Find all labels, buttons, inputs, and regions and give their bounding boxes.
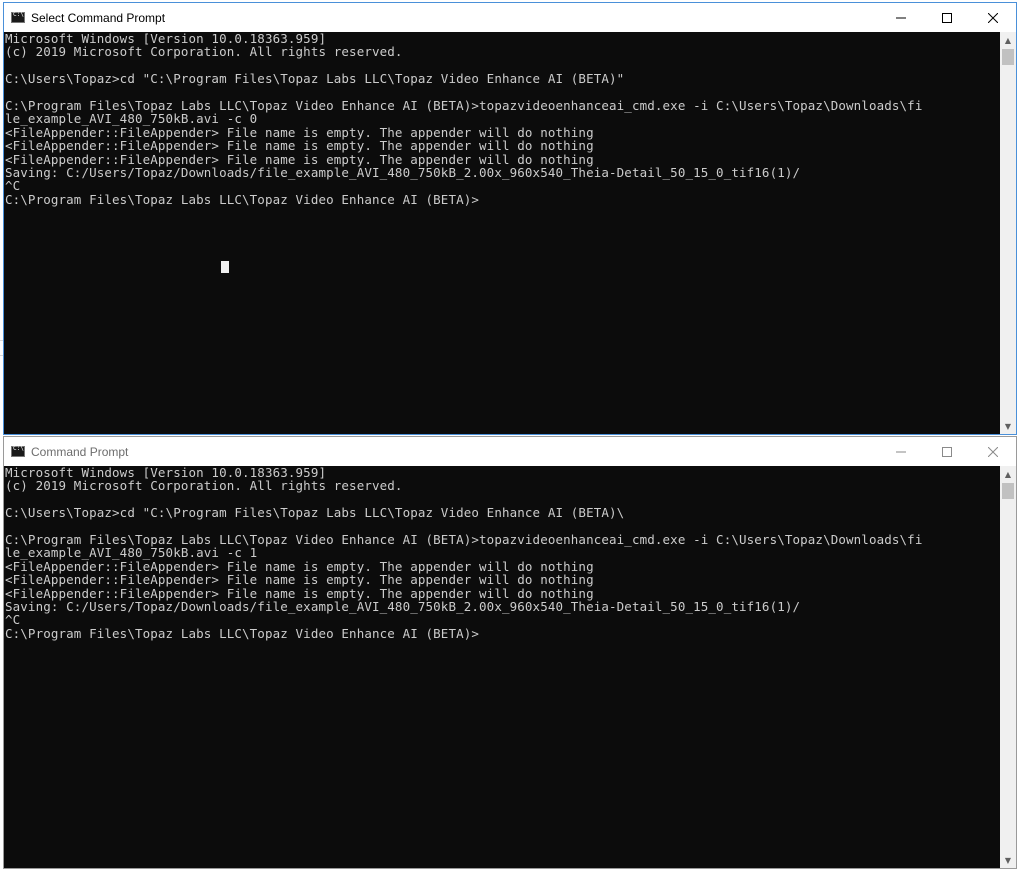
vertical-scrollbar[interactable]: ▲ ▼ xyxy=(1000,32,1016,434)
window-title: Select Command Prompt xyxy=(31,10,166,25)
cmd-icon xyxy=(11,11,25,23)
minimize-icon xyxy=(896,451,906,452)
scrollbar-thumb[interactable] xyxy=(1002,49,1014,65)
close-icon xyxy=(988,446,998,457)
close-button[interactable] xyxy=(970,3,1016,32)
maximize-button[interactable] xyxy=(924,437,970,466)
title-bar[interactable]: Command Prompt xyxy=(4,437,1016,466)
console-output[interactable]: Microsoft Windows [Version 10.0.18363.95… xyxy=(4,466,1000,868)
maximize-icon xyxy=(942,12,952,23)
window-title: Command Prompt xyxy=(31,444,129,459)
console-output[interactable]: Microsoft Windows [Version 10.0.18363.95… xyxy=(4,32,1000,434)
scroll-up-button[interactable]: ▲ xyxy=(1000,466,1016,482)
minimize-button[interactable] xyxy=(878,3,924,32)
console-text: Microsoft Windows [Version 10.0.18363.95… xyxy=(5,466,923,641)
console-text: Microsoft Windows [Version 10.0.18363.95… xyxy=(5,32,923,207)
scroll-up-arrow-icon: ▲ xyxy=(1004,469,1012,479)
minimize-button[interactable] xyxy=(878,437,924,466)
selection-cursor xyxy=(221,261,229,273)
title-bar[interactable]: Select Command Prompt xyxy=(4,3,1016,32)
window-controls xyxy=(878,3,1016,32)
maximize-icon xyxy=(942,446,952,457)
command-prompt-window-top[interactable]: Select Command Prompt Microsoft Windows … xyxy=(3,2,1017,435)
scroll-up-arrow-icon: ▲ xyxy=(1004,35,1012,45)
close-icon xyxy=(988,12,998,23)
close-button[interactable] xyxy=(970,437,1016,466)
cmd-icon xyxy=(11,445,25,457)
scroll-up-button[interactable]: ▲ xyxy=(1000,32,1016,48)
scrollbar-thumb[interactable] xyxy=(1002,483,1014,499)
vertical-scrollbar[interactable]: ▲ ▼ xyxy=(1000,466,1016,868)
scroll-down-button[interactable]: ▼ xyxy=(1000,852,1016,868)
scroll-down-button[interactable]: ▼ xyxy=(1000,418,1016,434)
scroll-down-arrow-icon: ▼ xyxy=(1004,421,1012,431)
maximize-button[interactable] xyxy=(924,3,970,32)
minimize-icon xyxy=(896,17,906,18)
command-prompt-window-bottom[interactable]: Command Prompt Microsoft Windows [Versio… xyxy=(3,436,1017,869)
window-controls xyxy=(878,437,1016,466)
scroll-down-arrow-icon: ▼ xyxy=(1004,855,1012,865)
